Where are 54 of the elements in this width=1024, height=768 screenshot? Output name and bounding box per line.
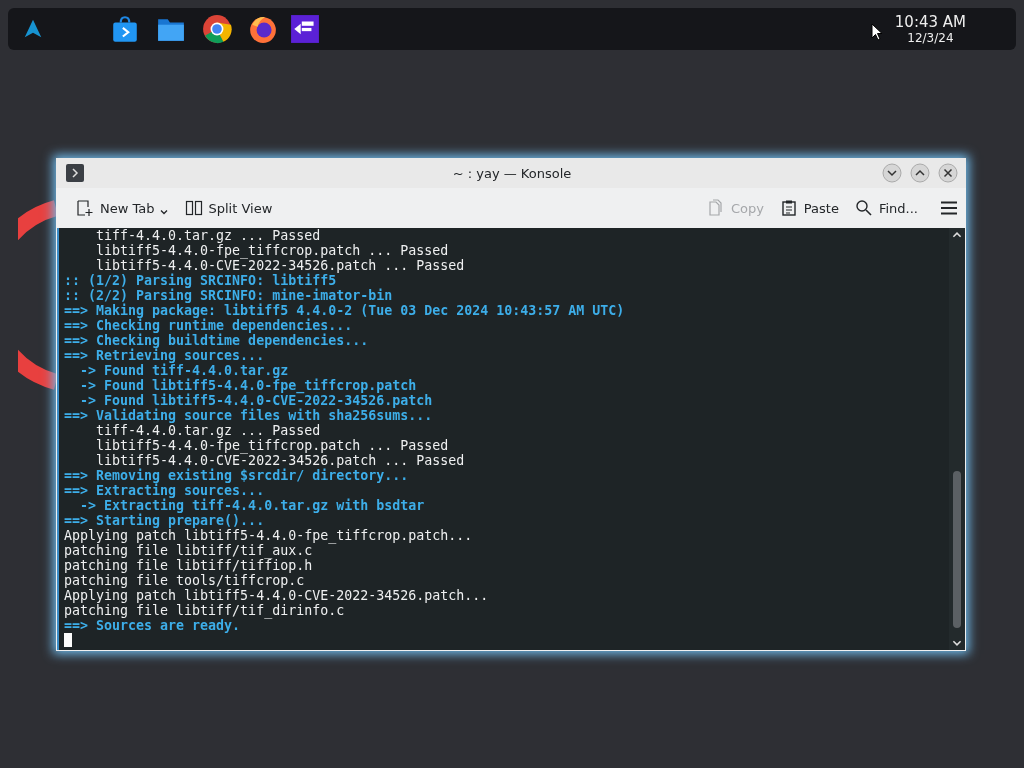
terminal-line: ==> Validating source files with sha256sums... <box>64 408 434 423</box>
paste-button[interactable]: Paste <box>773 195 845 221</box>
terminal-line: Applying patch libtiff5-4.4.0-fpe_tiffcrop.patch... <box>64 528 474 543</box>
clock-time[interactable]: 10:43 AM <box>894 13 966 31</box>
terminal-icon <box>66 164 84 182</box>
maximize-button[interactable] <box>910 163 930 183</box>
terminal-line: tiff-4.4.0.tar.gz ... Passed <box>95 423 322 438</box>
shopping-bag-icon[interactable] <box>110 14 140 44</box>
terminal-line: ==> Sources are ready. <box>64 618 241 633</box>
split-view-icon <box>184 199 203 217</box>
close-button[interactable] <box>938 163 958 183</box>
terminal-line: Applying patch libtiff5-4.4.0-CVE-2022-34526.patch... <box>64 588 490 603</box>
browser-icon[interactable] <box>202 14 232 44</box>
terminal-line: ==> Removing existing $srcdir/ directory... <box>64 468 410 483</box>
terminal-line: patching file libtiff/tif_dirinfo.c <box>64 603 346 618</box>
app-icon[interactable] <box>290 14 320 44</box>
scrollbar-thumb[interactable] <box>953 470 961 629</box>
fox-globe-icon[interactable] <box>248 14 278 44</box>
terminal-line: libtiff5-4.4.0-fpe_tiffcrop.patch ... Passed <box>95 243 449 258</box>
terminal-line: patching file libtiff/tif_aux.c <box>64 543 313 558</box>
terminal-line: ==> Making package: libtiff5 4.4.0-2 (Tue 03 Dec 2024 10:43:57 AM UTC) <box>64 303 626 318</box>
menu-icon[interactable] <box>940 199 958 217</box>
terminal-line: :: (1/2) Parsing SRCINFO: libtiff5 <box>64 273 337 288</box>
minimize-button[interactable] <box>882 163 902 183</box>
clipboard-icon <box>779 199 798 217</box>
mouse-cursor-icon <box>870 23 883 41</box>
terminal-line: -> Extracting tiff-4.4.0.tar.gz with bsdtar <box>79 498 426 513</box>
text-cursor <box>64 633 72 647</box>
caret-icon <box>158 207 169 217</box>
terminal-line: tiff-4.4.0.tar.gz ... Passed <box>95 228 322 243</box>
terminal-line: libtiff5-4.4.0-CVE-2022-34526.patch ... Passed <box>95 453 466 468</box>
terminal-line: ==> Retrieving sources... <box>64 348 265 363</box>
terminal-line: patching file libtiff/tiffiop.h <box>64 558 314 573</box>
terminal-line: ==> Extracting sources... <box>64 483 265 498</box>
terminal-line: -> Found tiff-4.4.0.tar.gz <box>79 363 289 378</box>
search-icon <box>854 199 873 217</box>
terminal-line: :: (2/2) Parsing SRCINFO: mine-imator-bin <box>64 288 394 303</box>
terminal-line: ==> Checking buildtime dependencies... <box>64 333 370 348</box>
split-view-button[interactable]: Split View <box>178 195 279 221</box>
scrollbar[interactable] <box>949 228 965 650</box>
terminal-line: libtiff5-4.4.0-fpe_tiffcrop.patch ... Passed <box>95 438 449 453</box>
terminal-line: patching file tools/tiffcrop.c <box>64 573 306 588</box>
clock-date[interactable]: 12/3/24 <box>907 30 954 45</box>
terminal-line: ==> Checking runtime dependencies... <box>64 318 353 333</box>
launcher-icon[interactable] <box>22 18 44 40</box>
terminal-line: ==> Starting prepare()... <box>64 513 266 528</box>
terminal-line: libtiff5-4.4.0-CVE-2022-34526.patch ... Passed <box>95 258 466 273</box>
terminal-line: -> Found libtiff5-4.4.0-fpe_tiffcrop.patch <box>79 378 417 393</box>
terminal-line: -> Found libtiff5-4.4.0-CVE-2022-34526.patch <box>79 393 434 408</box>
window-title: ~ : yay — Konsole <box>451 165 573 181</box>
new-tab-icon <box>76 199 94 217</box>
copy-icon <box>706 199 725 217</box>
new-tab-button[interactable]: New Tab <box>70 195 175 221</box>
find-button[interactable]: Find... <box>848 195 924 221</box>
